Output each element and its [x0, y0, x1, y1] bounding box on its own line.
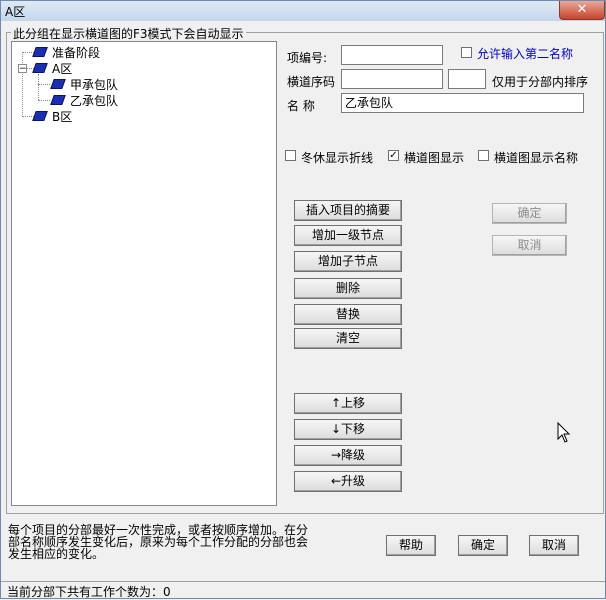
ok-button[interactable]: 确定	[458, 535, 508, 556]
promote-button[interactable]: ←升级	[294, 471, 402, 492]
tree-line	[22, 52, 34, 53]
close-icon: ✕	[576, 2, 588, 17]
close-button[interactable]: ✕	[559, 1, 605, 20]
move-up-button[interactable]: ↑上移	[294, 393, 402, 414]
tree-line	[22, 116, 34, 117]
hint-text: 每个项目的分部最好一次性完成，或者按顺序增加。在分部名称顺序发生变化后，原来为每…	[8, 523, 309, 561]
name-label: 名 称	[287, 99, 315, 113]
insert-summary-button[interactable]: 插入项目的摘要	[294, 200, 402, 221]
allow-second-name-checkbox[interactable]	[461, 47, 472, 58]
allow-second-name-label: 允许输入第二名称	[477, 47, 574, 61]
tree-item-prep[interactable]: 准备阶段	[32, 44, 101, 60]
replace-button[interactable]: 替换	[294, 304, 402, 325]
tree-item-label: 甲承包队	[70, 77, 119, 92]
book-icon	[32, 47, 48, 57]
tree-item-label: 准备阶段	[52, 45, 101, 60]
tree-item-label: A区	[52, 61, 73, 76]
cancel-button[interactable]: 取消	[529, 535, 579, 556]
tree-item-label: B区	[52, 109, 73, 124]
seq-note: 仅用于分部内排序	[492, 75, 589, 89]
add-level1-node-button[interactable]: 增加一级节点	[294, 225, 402, 246]
tree-line	[38, 100, 50, 101]
tree-item-label: 乙承包队	[70, 93, 119, 108]
tree-line	[38, 84, 50, 85]
tree-item-team-yi[interactable]: 乙承包队	[50, 92, 119, 108]
demote-button[interactable]: →降级	[294, 445, 402, 466]
book-icon	[50, 79, 66, 89]
delete-button[interactable]: 删除	[294, 278, 402, 299]
help-button[interactable]: 帮助	[386, 535, 436, 556]
status-bar: 当前分部下共有工作个数为：0	[1, 581, 605, 599]
name-input[interactable]: 乙承包队	[341, 93, 584, 113]
section-tree[interactable]: − 准备阶段 A区 甲承包队 乙承包队 B区	[11, 41, 277, 506]
confirm-top-button[interactable]: 确定	[492, 203, 567, 224]
winter-label: 冬休显示折线	[301, 151, 374, 165]
tree-item-area-a[interactable]: A区	[32, 60, 73, 76]
tree-item-team-jia[interactable]: 甲承包队	[50, 76, 119, 92]
seq-input-1[interactable]	[341, 69, 443, 89]
status-text: 当前分部下共有工作个数为：0	[7, 585, 171, 599]
add-child-node-button[interactable]: 增加子节点	[294, 251, 402, 272]
move-down-button[interactable]: ↓下移	[294, 419, 402, 440]
code-label: 项编号:	[287, 51, 328, 65]
tree-collapse-toggle[interactable]: −	[18, 64, 27, 74]
gantt-checkbox[interactable]: ✓	[388, 150, 399, 161]
mouse-cursor-icon	[557, 422, 571, 443]
tree-item-area-b[interactable]: B区	[32, 108, 73, 124]
code-input[interactable]	[341, 45, 443, 65]
gantt-name-label: 横道图显示名称	[494, 151, 579, 165]
clear-button[interactable]: 清空	[294, 328, 402, 349]
window-title: A区	[5, 5, 26, 19]
book-icon	[32, 63, 48, 73]
tree-line	[38, 74, 39, 100]
gantt-name-checkbox[interactable]	[478, 150, 489, 161]
tree-line	[22, 52, 23, 117]
seq-label: 横道序码	[287, 75, 336, 89]
book-icon	[32, 111, 48, 121]
winter-checkbox[interactable]	[285, 150, 296, 161]
dialog-window: A区 ✕ 此分组在显示横道图的F3模式下会自动显示 − 准备阶段 A区 甲承包队…	[0, 0, 606, 599]
book-icon	[50, 95, 66, 105]
cancel-top-button[interactable]: 取消	[492, 235, 567, 256]
seq-input-2[interactable]	[448, 69, 486, 89]
gantt-label: 横道图显示	[404, 151, 465, 165]
group-label: 此分组在显示横道图的F3模式下会自动显示	[11, 25, 246, 42]
title-bar[interactable]: A区 ✕	[1, 1, 605, 21]
